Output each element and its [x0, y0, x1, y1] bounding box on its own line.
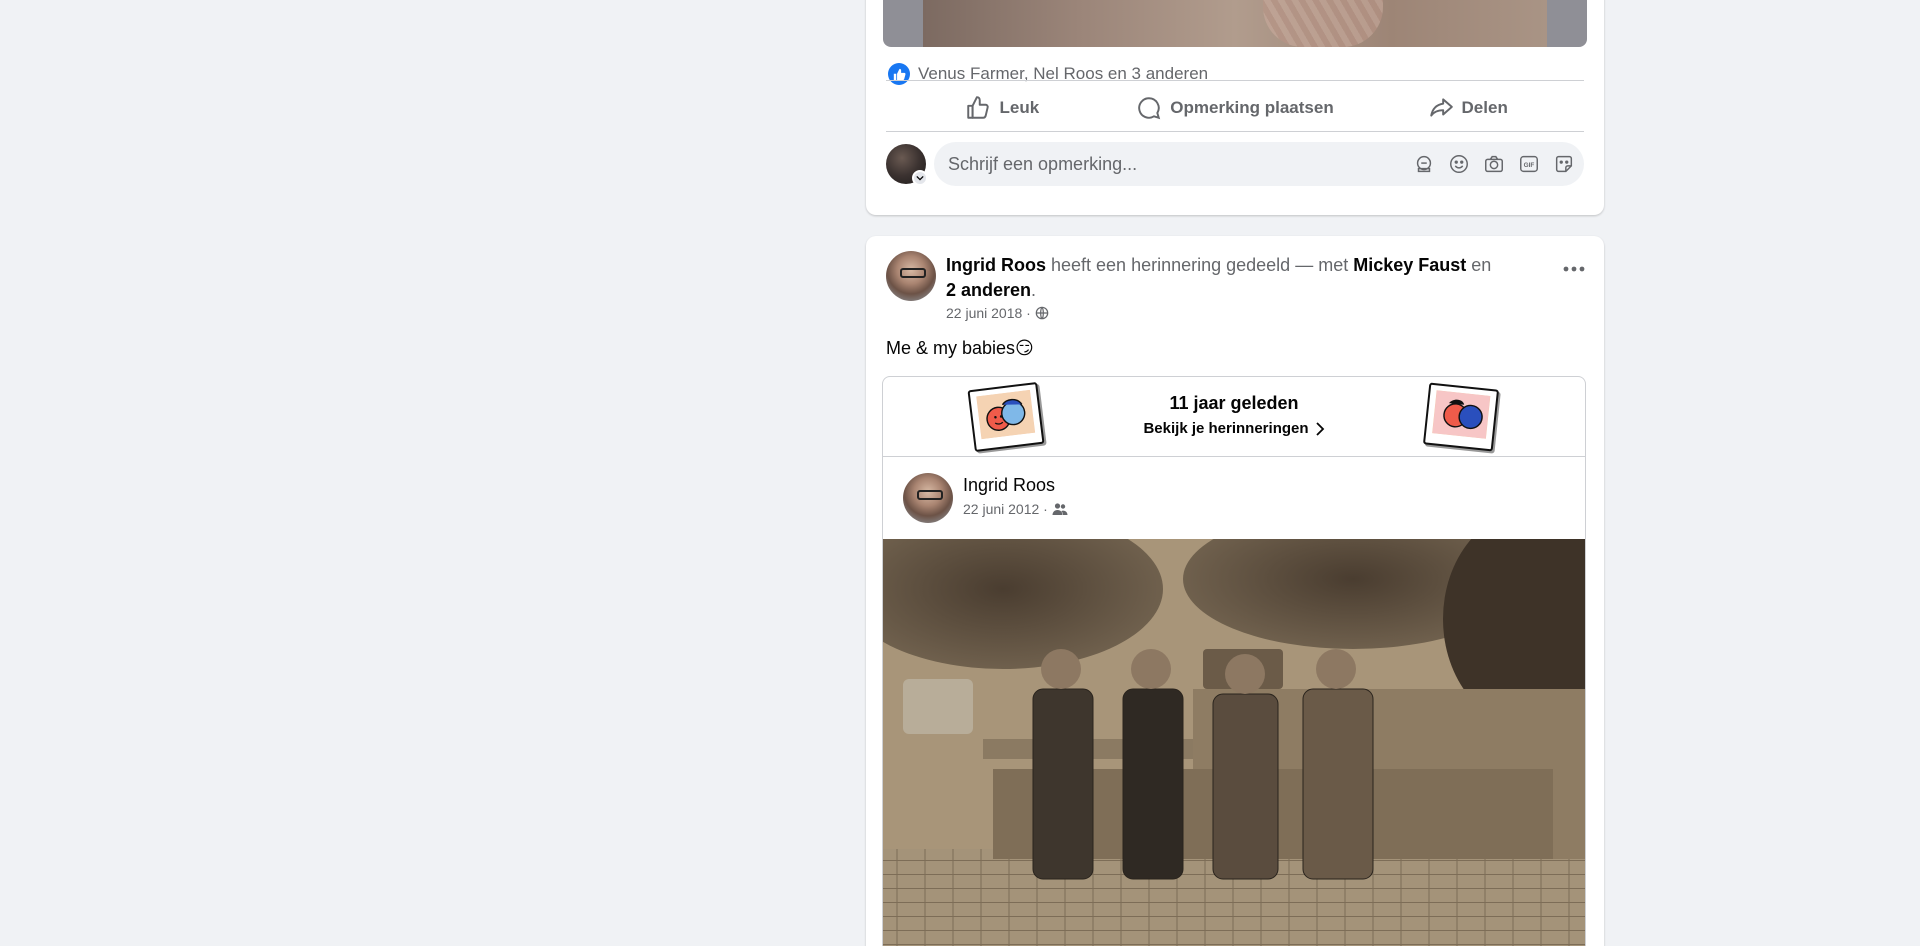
- view-memories-link[interactable]: Bekijk je herinneringen: [1143, 420, 1324, 437]
- period: .: [1031, 280, 1037, 300]
- original-post-header: Ingrid Roos 22 juni 2012 ·: [883, 457, 1585, 539]
- divider: [886, 131, 1584, 132]
- globe-icon: [1035, 306, 1049, 320]
- comment-button[interactable]: Opmerking plaatsen: [1119, 85, 1352, 131]
- like-label: Leuk: [999, 98, 1040, 117]
- like-button[interactable]: Leuk: [886, 85, 1119, 131]
- original-post-date[interactable]: 22 juni 2012 ·: [963, 501, 1048, 517]
- share-label: Delen: [1461, 98, 1508, 117]
- comment-input[interactable]: Schrijf een opmerking... GIF: [934, 142, 1584, 186]
- memory-illustration-kiss: [1422, 382, 1500, 452]
- others-link[interactable]: 2 anderen: [946, 280, 1031, 300]
- original-author-name[interactable]: Ingrid Roos: [963, 475, 1055, 496]
- view-memories-label: Bekijk je herinneringen: [1143, 420, 1309, 437]
- share-button[interactable]: Delen: [1351, 85, 1584, 131]
- gif-icon[interactable]: GIF: [1516, 152, 1541, 177]
- post-header-text: Ingrid Roos heeft een herinnering gedeel…: [946, 253, 1524, 303]
- more-icon: [1563, 266, 1585, 272]
- tagged-person-link[interactable]: Mickey Faust: [1353, 255, 1466, 275]
- action-text: heeft een herinnering gedeeld — met: [1046, 255, 1354, 275]
- like-reaction-icon: [888, 63, 910, 85]
- author-name-link[interactable]: Ingrid Roos: [946, 255, 1046, 275]
- divider: [886, 80, 1584, 81]
- and-text: en: [1466, 255, 1492, 275]
- user-avatar[interactable]: [886, 144, 928, 186]
- post-card-previous: Venus Farmer, Nel Roos en 3 anderen Leuk…: [866, 0, 1604, 215]
- emoji-icon[interactable]: [1446, 152, 1471, 177]
- share-icon: [1429, 98, 1453, 117]
- post-date-link[interactable]: 22 juni 2018 ·: [946, 305, 1031, 321]
- original-author-avatar[interactable]: [903, 473, 953, 523]
- reactions-names: Venus Farmer, Nel Roos en 3 anderen: [918, 64, 1209, 83]
- comment-label: Opmerking plaatsen: [1170, 98, 1334, 117]
- camera-icon[interactable]: [1481, 152, 1506, 177]
- previous-post-photo[interactable]: [883, 0, 1587, 47]
- svg-text:GIF: GIF: [1523, 162, 1534, 169]
- memory-photo[interactable]: [883, 539, 1585, 946]
- more-options-button[interactable]: [1556, 251, 1592, 287]
- chevron-right-icon: [1315, 421, 1324, 436]
- friends-icon: [1052, 503, 1068, 515]
- post-meta: 22 juni 2018 ·: [946, 305, 1049, 321]
- comment-placeholder: Schrijf een opmerking...: [948, 153, 1138, 174]
- photo-content: [923, 0, 1547, 47]
- sticker-icon[interactable]: [1551, 152, 1576, 177]
- avatar-sticker-icon[interactable]: [1411, 152, 1436, 177]
- original-post-meta: 22 juni 2012 ·: [963, 501, 1068, 517]
- post-actions: Leuk Opmerking plaatsen Delen: [886, 85, 1584, 131]
- comment-tools: GIF: [1411, 142, 1576, 186]
- comment-composer: Schrijf een opmerking... GIF: [886, 142, 1584, 186]
- comment-icon: [1138, 97, 1161, 120]
- thumbs-up-icon: [967, 96, 990, 119]
- post-card-memory: Ingrid Roos heeft een herinnering gedeel…: [866, 236, 1604, 946]
- chevron-down-icon: [912, 170, 928, 186]
- author-avatar[interactable]: [886, 251, 936, 301]
- memory-banner: 11 jaar geleden Bekijk je herinneringen: [883, 377, 1585, 457]
- post-text: Me & my babies😏: [886, 338, 1034, 358]
- post-header: Ingrid Roos heeft een herinnering gedeel…: [886, 251, 1585, 321]
- memory-attachment: 11 jaar geleden Bekijk je herinneringen: [882, 376, 1586, 946]
- reactions-summary[interactable]: Venus Farmer, Nel Roos en 3 anderen: [888, 62, 1208, 86]
